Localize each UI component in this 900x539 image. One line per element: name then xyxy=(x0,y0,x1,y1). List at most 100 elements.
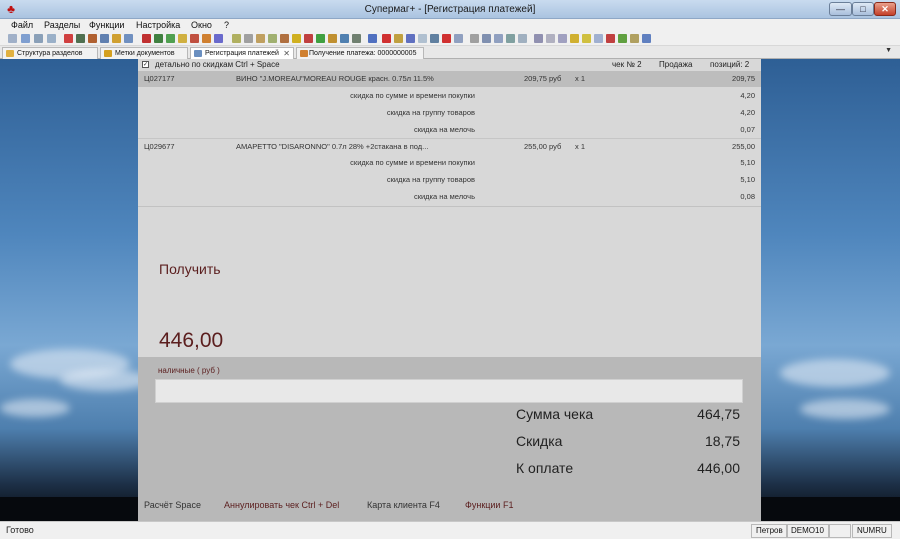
tab-document-marks[interactable]: Метки документов xyxy=(100,47,188,59)
tab-close-icon[interactable]: ✕ xyxy=(283,48,290,59)
discount-value: 5,10 xyxy=(740,175,755,184)
functions-hotkey[interactable]: Функции F1 xyxy=(465,500,513,510)
menu-help[interactable]: ? xyxy=(224,20,229,30)
tab-sections-structure[interactable]: Структура разделов xyxy=(2,47,98,59)
toolbar-tag-icon[interactable] xyxy=(202,34,211,43)
toolbar-delete-icon[interactable] xyxy=(382,34,391,43)
detail-checkbox[interactable]: ✓ xyxy=(142,61,149,68)
toolbar-printer-icon[interactable] xyxy=(470,34,479,43)
toolbar-user-icon[interactable] xyxy=(518,34,527,43)
toolbar-warn-icon[interactable] xyxy=(190,34,199,43)
toolbar-nav2-icon[interactable] xyxy=(546,34,555,43)
toolbar-filter-icon[interactable] xyxy=(124,34,133,43)
tab-payment-registration[interactable]: Регистрация платежей ✕ xyxy=(190,47,294,59)
toolbar-page-icon[interactable] xyxy=(494,34,503,43)
minimize-button[interactable]: — xyxy=(829,2,852,16)
status-user: Петров xyxy=(751,524,788,538)
toolbar-nav-icon[interactable] xyxy=(534,34,543,43)
toolbar-view-icon[interactable] xyxy=(418,34,427,43)
toolbar-calendar-icon[interactable] xyxy=(594,34,603,43)
toolbar-copy2-icon[interactable] xyxy=(232,34,241,43)
payment-panel: ✓ детально по скидкам Ctrl + Space чек №… xyxy=(138,59,761,521)
tab-dropdown-icon[interactable]: ▼ xyxy=(885,47,892,54)
discount-label: скидка по сумме и времени покупки xyxy=(350,158,475,167)
menu-file[interactable]: Файл xyxy=(11,20,33,30)
menu-settings[interactable]: Настройка xyxy=(136,20,180,30)
cloud xyxy=(800,399,890,419)
calc-hotkey[interactable]: Расчёт Space xyxy=(144,500,201,510)
amount-due-value: 446,00 xyxy=(697,460,740,476)
cancel-receipt-hotkey[interactable]: Аннулировать чек Ctrl + Del xyxy=(224,500,339,510)
status-bar: Готово Петров DEMO10 NUMRU xyxy=(0,521,900,539)
discount-label: скидка по сумме и времени покупки xyxy=(350,91,475,100)
toolbar-tree-icon[interactable] xyxy=(76,34,85,43)
toolbar-grid-icon[interactable] xyxy=(34,34,43,43)
discount-row: скидка по сумме и времени покупки 4,20 xyxy=(138,88,761,104)
toolbar-remove-icon[interactable] xyxy=(442,34,451,43)
toolbar-list-icon[interactable] xyxy=(21,34,30,43)
toolbar-book-icon[interactable] xyxy=(154,34,163,43)
toolbar-pencil-icon[interactable] xyxy=(328,34,337,43)
maximize-button[interactable]: □ xyxy=(852,2,874,16)
toolbar-doc-icon[interactable] xyxy=(100,34,109,43)
toolbar-star-icon[interactable] xyxy=(112,34,121,43)
toolbar-folder-icon[interactable] xyxy=(292,34,301,43)
toolbar-search-icon[interactable] xyxy=(482,34,491,43)
item-qty: x 1 xyxy=(575,142,586,151)
tab-bar: Структура разделов Метки документов Реги… xyxy=(0,46,900,59)
tab-label: Структура разделов xyxy=(17,50,83,57)
toolbar-paste-icon[interactable] xyxy=(256,34,265,43)
payment-amount-input[interactable] xyxy=(155,379,743,403)
toolbar-table-icon[interactable] xyxy=(47,34,56,43)
menu-window[interactable]: Окно xyxy=(191,20,212,30)
toolbar-save-icon[interactable] xyxy=(340,34,349,43)
discount-label: скидка на мелочь xyxy=(413,125,475,134)
toolbar-nav3-icon[interactable] xyxy=(558,34,567,43)
item-sum: 209,75 xyxy=(732,74,755,83)
toolbar-copy-icon[interactable] xyxy=(8,34,17,43)
toolbar-key-icon[interactable] xyxy=(582,34,591,43)
toolbar-cut-icon[interactable] xyxy=(244,34,253,43)
amount-due-label: К оплате xyxy=(516,460,574,476)
client-card-hotkey[interactable]: Карта клиента F4 xyxy=(367,500,440,510)
toolbar-attach-icon[interactable] xyxy=(430,34,439,43)
toolbar-sort-icon[interactable] xyxy=(406,34,415,43)
toolbar-merge-icon[interactable] xyxy=(280,34,289,43)
toolbar-move-icon[interactable] xyxy=(268,34,277,43)
close-button[interactable]: ✕ xyxy=(874,2,896,16)
item-row[interactable]: Ц029677 АМАРЕТТО "DISARONNO" 0.7л 28% +2… xyxy=(138,138,761,154)
toolbar-frame-icon[interactable] xyxy=(454,34,463,43)
toolbar-red-icon[interactable] xyxy=(64,34,73,43)
toolbar-mark-icon[interactable] xyxy=(394,34,403,43)
toolbar-chart-icon[interactable] xyxy=(178,34,187,43)
item-price: 209,75 руб xyxy=(524,74,562,83)
toolbar-cart-icon[interactable] xyxy=(618,34,627,43)
toolbar-money-icon[interactable] xyxy=(606,34,615,43)
tab-payment-receipt[interactable]: Получение платежа: 0000000005 xyxy=(296,47,424,59)
item-row[interactable]: Ц027177 ВИНО "J.MOREAU"MOREAU ROUGE крас… xyxy=(138,71,761,87)
menu-sections[interactable]: Разделы xyxy=(44,20,80,30)
item-sum: 255,00 xyxy=(732,142,755,151)
discount-value: 4,20 xyxy=(740,91,755,100)
toolbar-home-icon[interactable] xyxy=(88,34,97,43)
toolbar-link-icon[interactable] xyxy=(506,34,515,43)
toolbar-cancel-icon[interactable] xyxy=(304,34,313,43)
tab-label: Регистрация платежей xyxy=(205,50,279,57)
discount-label: скидка на мелочь xyxy=(413,192,475,201)
toolbar-ok-icon[interactable] xyxy=(316,34,325,43)
toolbar-report-icon[interactable] xyxy=(142,34,151,43)
discount-row: скидка на мелочь 0,07 xyxy=(138,122,761,138)
toolbar-bolt-icon[interactable] xyxy=(570,34,579,43)
receipt-lines: Ц027177 ВИНО "J.MOREAU"MOREAU ROUGE крас… xyxy=(138,71,761,207)
payment-method-label: наличные ( руб ) xyxy=(158,366,220,375)
window-title: Супермаг+ - [Регистрация платежей] xyxy=(364,4,536,15)
toolbar-blue-icon[interactable] xyxy=(368,34,377,43)
discount-value: 4,20 xyxy=(740,108,755,117)
toolbar-green-icon[interactable] xyxy=(166,34,175,43)
toolbar-box-icon[interactable] xyxy=(630,34,639,43)
toolbar-print-icon[interactable] xyxy=(352,34,361,43)
toolbar-info-icon[interactable] xyxy=(642,34,651,43)
structure-icon xyxy=(6,50,14,57)
menu-functions[interactable]: Функции xyxy=(89,20,124,30)
toolbar-flag-icon[interactable] xyxy=(214,34,223,43)
